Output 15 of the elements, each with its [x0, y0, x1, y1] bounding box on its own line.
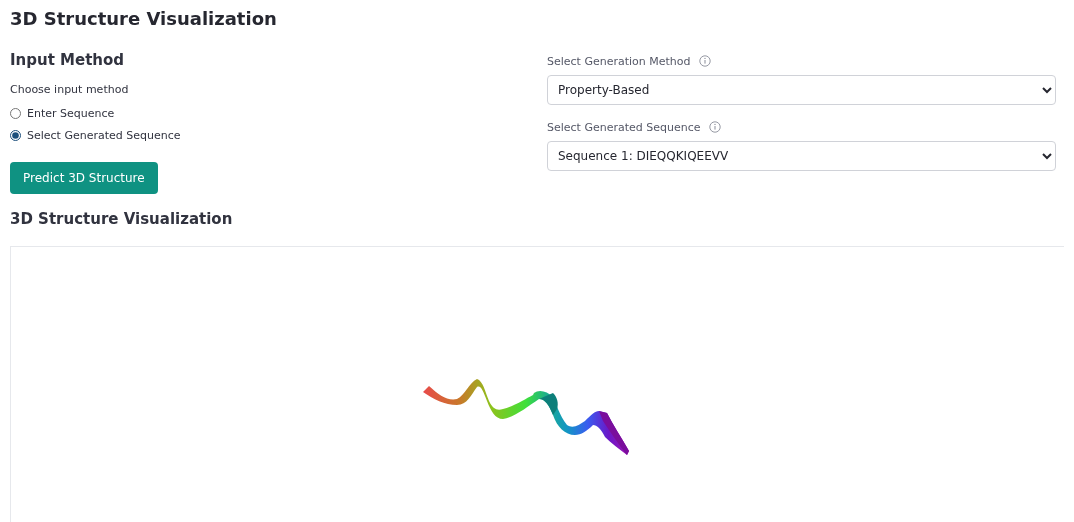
dropdown-select[interactable]: Sequence 1: DIEQQKIQEEVV — [547, 141, 1056, 171]
info-icon[interactable] — [698, 55, 711, 67]
page-title: 3D Structure Visualization — [10, 8, 278, 29]
info-icon[interactable] — [708, 121, 721, 133]
dropdown-select[interactable]: Property-Based — [547, 75, 1056, 105]
predict-button[interactable]: Predict 3D Structure — [10, 162, 158, 194]
radio-group-label: Choose input method — [10, 83, 130, 96]
select-label: Select Generation Method — [547, 54, 691, 68]
select-label: Select Generated Sequence — [547, 120, 701, 134]
radio-label[interactable]: Enter Sequence — [27, 106, 115, 120]
section-heading: 3D Structure Visualization — [10, 210, 234, 228]
radio-button[interactable] — [10, 107, 21, 119]
radio-button[interactable] — [10, 129, 21, 141]
radio-label[interactable]: Select Generated Sequence — [27, 128, 181, 142]
section-heading: Input Method — [10, 51, 126, 69]
